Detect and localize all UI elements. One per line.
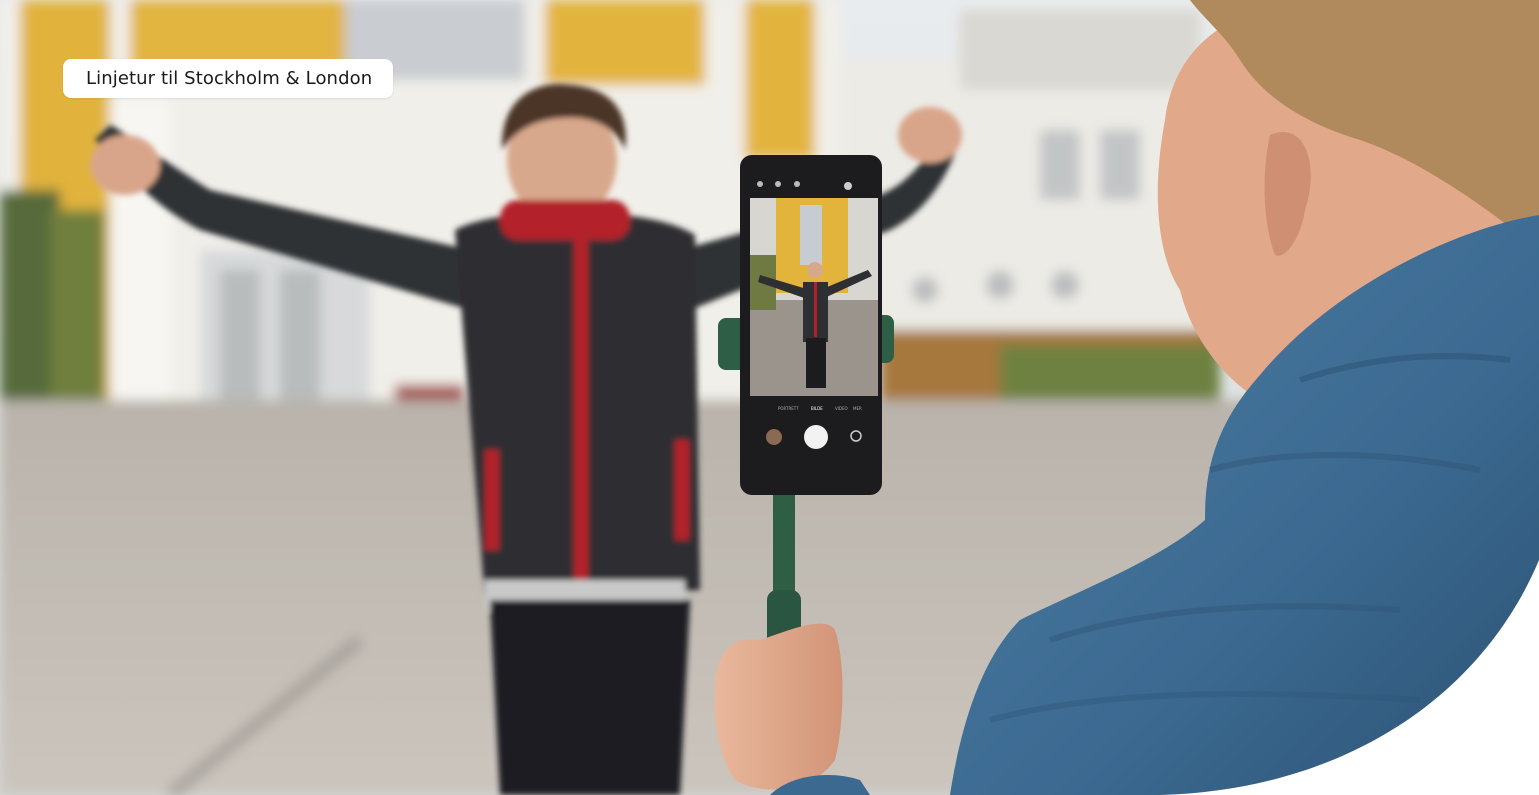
gallery-thumb-icon	[766, 429, 782, 445]
hero-image-section: PORTRETT BILDE VIDEO MER Linjetur til St…	[0, 0, 1539, 795]
hero-photo: PORTRETT BILDE VIDEO MER	[0, 0, 1539, 795]
phone-mode-video: VIDEO	[835, 406, 848, 411]
holding-hand	[714, 623, 843, 790]
phone-mode-portrait: PORTRETT	[778, 406, 799, 411]
phone-mode-more: MER	[853, 406, 862, 411]
shutter-icon	[804, 425, 828, 449]
category-tag: Linjetur til Stockholm & London	[63, 59, 394, 98]
phone-mode-photo: BILDE	[811, 406, 823, 411]
